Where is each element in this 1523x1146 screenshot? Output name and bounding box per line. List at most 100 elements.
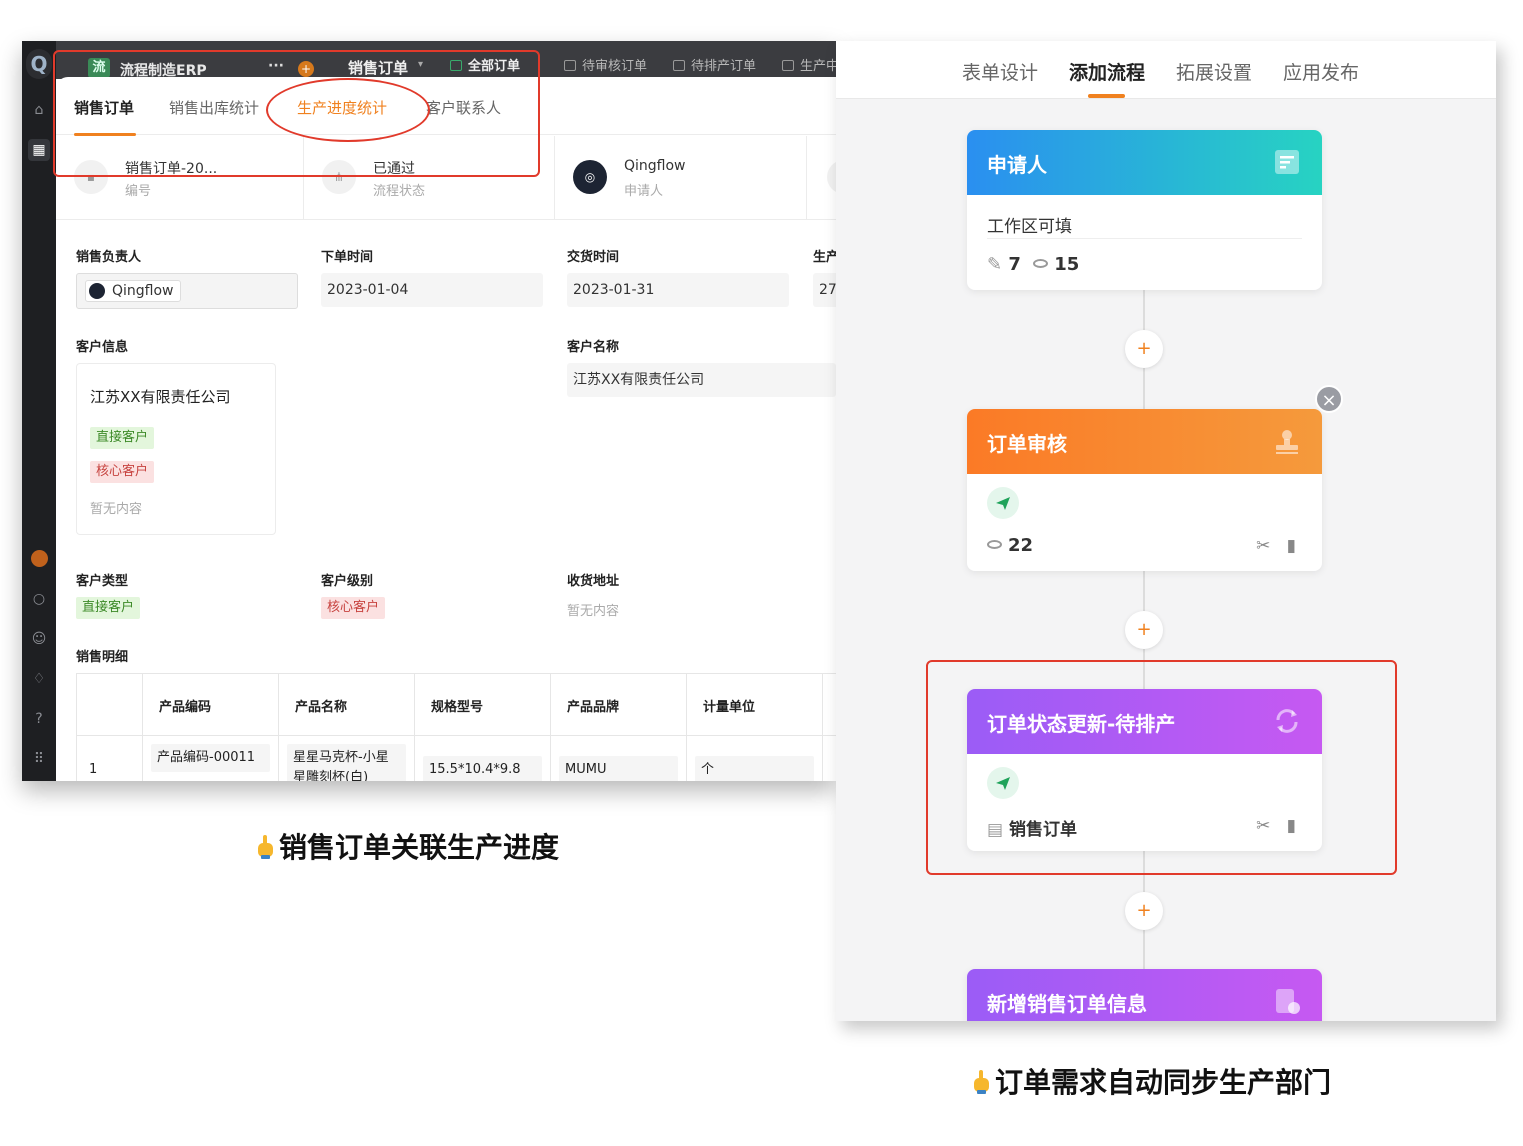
production-field[interactable]: 27 (813, 273, 836, 307)
node-stats: ✎ 7 15 (987, 254, 1079, 275)
order-time-label: 下单时间 (321, 250, 374, 265)
app-logo[interactable]: Q (26, 49, 52, 79)
sales-detail-table: 产品编码 产品名称 规格型号 产品品牌 计量单位 1 产品编码-00011 星星… (76, 673, 836, 781)
view-count: 15 (1054, 254, 1080, 275)
address-label: 收货地址 (567, 574, 620, 589)
node-title: 新增销售订单信息 (987, 992, 1147, 1016)
view-tab-pending-schedule[interactable]: 待排产订单 (673, 55, 756, 74)
view-tab-label: 生产中 (800, 59, 836, 74)
add-node-button[interactable]: + (1125, 611, 1163, 649)
direct-customer-tag: 直接客户 (90, 427, 155, 449)
eye-icon (1033, 259, 1049, 268)
node-applicant[interactable]: 申请人 工作区可填 ✎ 7 15 (967, 130, 1322, 290)
delivery-time-field[interactable]: 2023-01-31 (567, 273, 789, 307)
row-index: 1 (89, 762, 98, 777)
grid-menu-icon[interactable]: ⠿ (30, 750, 48, 768)
customer-card[interactable]: 江苏XX有限责任公司 直接客户 核心客户 暂无内容 (76, 363, 276, 535)
customer-level-label: 客户级别 (321, 574, 374, 589)
designer-header: 表单设计 添加流程 拓展设置 应用发布 (836, 41, 1496, 99)
highlight-circle (266, 78, 430, 142)
product-name: 星星马克杯-小星星雕刻杯(白) (287, 744, 406, 781)
app-sidebar-rail: Q ⌂ ▦ ○ ☺ ♢ ? ⠿ (22, 41, 56, 781)
contacts-icon[interactable]: ☺ (30, 630, 48, 648)
customer-level-tag: 核心客户 (321, 597, 386, 619)
applicant-cell: ◎ Qingflow 申请人 (555, 136, 807, 220)
left-caption-text: 销售订单关联生产进度 (279, 831, 560, 864)
image-icon (564, 60, 576, 71)
table-cell[interactable]: 15.5*10.4*9.8 (415, 736, 551, 781)
node-actions: ✂ ▮ (1256, 536, 1296, 556)
tab-form-design[interactable]: 表单设计 (962, 58, 1038, 85)
add-record-icon (1276, 989, 1300, 1014)
table-cell[interactable]: 产品编码-00011 (143, 736, 279, 781)
empty-text: 暂无内容 (90, 502, 143, 517)
pencil-icon: ✎ (987, 254, 1003, 275)
form-edit-icon (1275, 150, 1299, 174)
view-tab-in-production[interactable]: 生产中 (782, 55, 836, 74)
sales-owner-field[interactable]: Qingflow (76, 273, 298, 309)
user-chip[interactable]: Qingflow (85, 280, 181, 302)
pointing-hand-icon (258, 835, 273, 859)
apps-icon[interactable]: ▦ (28, 139, 50, 161)
tab-add-workflow[interactable]: 添加流程 (1069, 58, 1145, 85)
view-tab-label: 待排产订单 (691, 59, 757, 74)
copy-icon[interactable]: ▮ (1287, 536, 1296, 556)
image-icon (782, 60, 794, 71)
cut-icon[interactable]: ✂ (1256, 536, 1270, 556)
applicant-label: 申请人 (624, 184, 664, 199)
table-cell[interactable]: 星星马克杯-小星星雕刻杯(白) (279, 736, 415, 781)
record-number-label: 编号 (125, 184, 152, 199)
add-node-button[interactable]: + (1125, 330, 1163, 368)
add-node-button[interactable]: + (1125, 892, 1163, 930)
table-header: 规格型号 (415, 674, 551, 736)
table-header: 计量单位 (687, 674, 823, 736)
divider (987, 238, 1302, 239)
record-detail-modal: 销售订单 销售出库统计 生产进度统计 客户联系人 ▪ 销售订单-20... 编号… (56, 77, 836, 781)
sales-owner-label: 销售负责人 (76, 250, 142, 265)
customer-info-label: 客户信息 (76, 340, 129, 355)
address-value: 暂无内容 (567, 604, 620, 619)
tab-extension-settings[interactable]: 拓展设置 (1176, 58, 1252, 85)
stamp-icon (1276, 430, 1298, 454)
table-cell[interactable]: 个 (687, 736, 823, 781)
table-header: 产品品牌 (551, 674, 687, 736)
node-stats: 22 (987, 535, 1033, 556)
table-header-index (77, 674, 143, 736)
avatar (89, 283, 105, 299)
applicant-name: Qingflow (624, 158, 686, 174)
avatar: ◎ (573, 160, 607, 194)
edit-count: 7 (1008, 254, 1021, 275)
highlight-box (926, 660, 1397, 875)
active-tab-indicator (1088, 94, 1125, 98)
node-header: 新增销售订单信息 (967, 969, 1322, 1021)
send-icon (987, 487, 1019, 519)
node-add-sales-order[interactable]: 新增销售订单信息 (967, 969, 1322, 1021)
search-icon[interactable]: ○ (30, 590, 48, 608)
product-brand: MUMU (559, 756, 678, 781)
bell-icon[interactable]: ♢ (30, 670, 48, 688)
node-header: 申请人 (967, 130, 1322, 195)
image-icon (673, 60, 685, 71)
pointing-hand-icon (974, 1070, 989, 1094)
view-tab-pending-review[interactable]: 待审核订单 (564, 55, 647, 74)
table-header (823, 674, 836, 736)
more-info-cell (807, 136, 836, 220)
product-spec: 15.5*10.4*9.8 (423, 756, 542, 781)
customer-card-name: 江苏XX有限责任公司 (90, 388, 231, 406)
table-cell[interactable]: MUMU (551, 736, 687, 781)
process-status-label: 流程状态 (373, 184, 426, 199)
extra-icon (827, 160, 836, 194)
right-caption-text: 订单需求自动同步生产部门 (995, 1066, 1332, 1099)
order-time-field[interactable]: 2023-01-04 (321, 273, 543, 307)
user-chip-name: Qingflow (112, 283, 174, 299)
production-label: 生产 (813, 250, 836, 265)
node-order-review[interactable]: 订单审核 22 ✂ ▮ (967, 409, 1322, 571)
delivery-time-label: 交货时间 (567, 250, 620, 265)
eye-icon (987, 540, 1002, 549)
right-caption: 订单需求自动同步生产部门 (971, 1061, 1331, 1101)
home-icon[interactable]: ⌂ (30, 101, 48, 119)
help-icon[interactable]: ? (30, 710, 48, 728)
customer-name-field[interactable]: 江苏XX有限责任公司 (567, 363, 836, 397)
node-title: 订单审核 (987, 432, 1067, 456)
tab-app-publish[interactable]: 应用发布 (1283, 58, 1359, 85)
